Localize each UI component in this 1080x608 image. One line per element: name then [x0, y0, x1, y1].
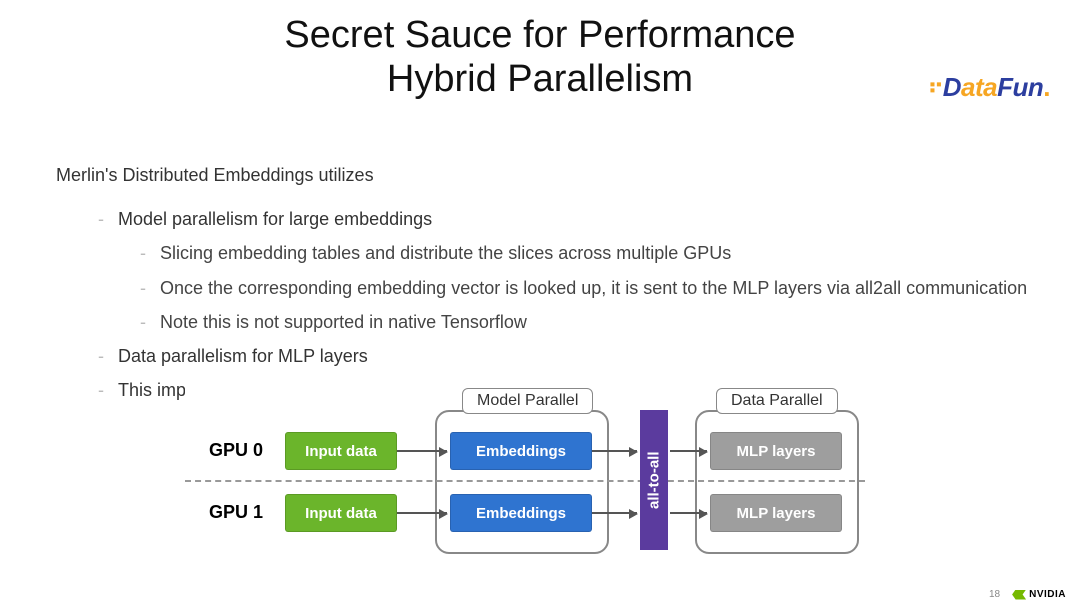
arrow-icon [670, 450, 707, 452]
nvidia-text: NVIDIA [1029, 589, 1066, 600]
gpu0-label: GPU 0 [193, 440, 263, 461]
embeddings-gpu0: Embeddings [450, 432, 592, 470]
bullet-1c: -Note this is not supported in native Te… [140, 305, 1040, 339]
bullet-1b: -Once the corresponding embedding vector… [140, 271, 1040, 305]
nvidia-logo: NVIDIA [1012, 589, 1066, 600]
input-data-gpu1: Input data [285, 494, 397, 532]
arrow-icon [670, 512, 707, 514]
datafun-logo: ⠖DataFun. [928, 72, 1050, 103]
bullet-1: -Model parallelism for large embeddings [98, 202, 1040, 236]
bullet-1a: -Slicing embedding tables and distribute… [140, 236, 1040, 270]
body-text: Merlin's Distributed Embeddings utilizes… [56, 158, 1040, 407]
all-to-all-bar: all-to-all [640, 410, 668, 550]
arrow-icon [397, 450, 447, 452]
slide-title: Secret Sauce for Performance Hybrid Para… [0, 14, 1080, 101]
page-number: 18 [989, 589, 1000, 600]
arrow-icon [592, 450, 637, 452]
intro-text: Merlin's Distributed Embeddings utilizes [56, 158, 1040, 192]
title-line-1: Secret Sauce for Performance [284, 14, 795, 56]
nvidia-eye-icon [1012, 590, 1026, 600]
embeddings-gpu1: Embeddings [450, 494, 592, 532]
footer: 18 NVIDIA [989, 589, 1066, 600]
mlp-gpu1: MLP layers [710, 494, 842, 532]
model-parallel-label: Model Parallel [462, 388, 593, 414]
gpu1-label: GPU 1 [193, 502, 263, 523]
arrow-icon [397, 512, 447, 514]
gpu-divider [185, 480, 865, 482]
slide: Secret Sauce for Performance Hybrid Para… [0, 0, 1080, 608]
title-line-2: Hybrid Parallelism [387, 58, 693, 100]
mlp-gpu0: MLP layers [710, 432, 842, 470]
data-parallel-label: Data Parallel [716, 388, 838, 414]
arrow-icon [592, 512, 637, 514]
input-data-gpu0: Input data [285, 432, 397, 470]
logo-dots-icon: ⠖ [928, 74, 941, 99]
diagram: Model Parallel Data Parallel GPU 0 GPU 1… [185, 378, 885, 578]
bullet-2: -Data parallelism for MLP layers [98, 339, 1040, 373]
